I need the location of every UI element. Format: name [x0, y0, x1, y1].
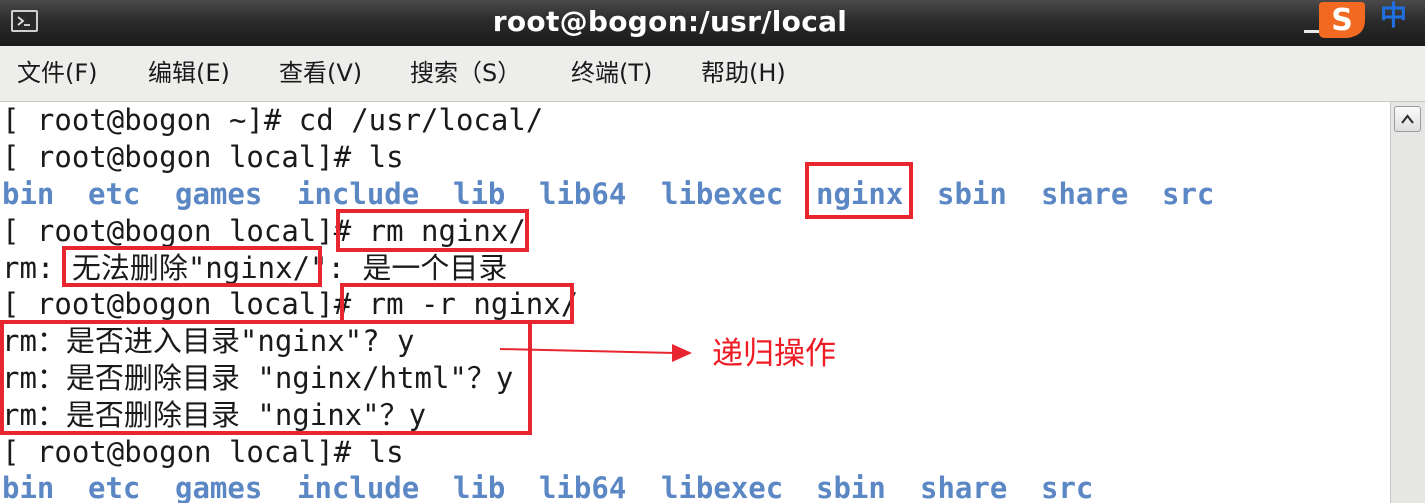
menu-help[interactable]: 帮助(H)	[701, 57, 786, 89]
ls-output-after: bin etc games include lib lib64 libexec …	[2, 470, 1093, 503]
ls-output-before: bin etc games include lib lib64 libexec …	[2, 176, 1214, 212]
terminal-line: [ root@bogon ~]# cd /usr/local/	[2, 103, 544, 137]
sogou-ime-icon[interactable]: S	[1317, 0, 1367, 40]
chevron-up-icon	[1401, 114, 1414, 124]
dir-entry: lib64	[539, 471, 627, 503]
window-title: root@bogon:/usr/local	[492, 5, 848, 38]
dir-entry: games	[175, 471, 263, 503]
menu-view[interactable]: 查看(V)	[279, 57, 362, 89]
dir-entry: src	[1162, 177, 1215, 211]
menu-bar: 文件(F) 编辑(E) 查看(V) 搜索（S） 终端(T) 帮助(H)	[0, 46, 1425, 102]
title-bar: root@bogon:/usr/local S 中	[0, 0, 1425, 46]
highlight-rm-error	[62, 246, 322, 287]
scroll-up-button[interactable]	[1394, 106, 1421, 132]
highlight-recursive-prompts	[0, 320, 532, 435]
annotation-note: 递归操作	[712, 336, 836, 372]
dir-entry: games	[175, 177, 263, 211]
highlight-nginx-entry	[805, 162, 913, 219]
dir-entry: share	[920, 471, 1008, 503]
vertical-scrollbar[interactable]	[1390, 102, 1425, 503]
dir-entry: sbin	[937, 177, 1007, 211]
dir-entry: bin	[2, 471, 55, 503]
menu-terminal[interactable]: 终端(T)	[571, 57, 652, 89]
dir-entry: bin	[2, 177, 55, 211]
dir-entry: include	[297, 177, 420, 211]
terminal-output[interactable]: [ root@bogon ~]# cd /usr/local/ [ root@b…	[0, 102, 1390, 503]
dir-entry: lib	[453, 471, 506, 503]
highlight-rm-r-command	[340, 283, 574, 324]
menu-search[interactable]: 搜索（S）	[410, 57, 521, 89]
dir-entry: etc	[88, 471, 141, 503]
menu-edit[interactable]: 编辑(E)	[148, 57, 230, 89]
terminal-line: [ root@bogon local]# ls	[2, 435, 404, 469]
dir-entry: libexec	[661, 471, 784, 503]
dir-entry: lib64	[539, 177, 627, 211]
highlight-rm-command	[336, 209, 529, 252]
dir-entry: etc	[88, 177, 141, 211]
svg-text:S: S	[1331, 3, 1353, 38]
dir-entry: include	[297, 471, 420, 503]
arrow-icon	[500, 344, 692, 362]
dir-entry: libexec	[661, 177, 784, 211]
dir-entry: share	[1041, 177, 1129, 211]
ime-chinese-indicator[interactable]: 中	[1380, 0, 1407, 34]
terminal-line: [ root@bogon local]# ls	[2, 140, 404, 174]
dir-entry: src	[1041, 471, 1094, 503]
dir-entry: sbin	[816, 471, 886, 503]
dir-entry: lib	[453, 177, 506, 211]
menu-file[interactable]: 文件(F)	[17, 57, 98, 89]
